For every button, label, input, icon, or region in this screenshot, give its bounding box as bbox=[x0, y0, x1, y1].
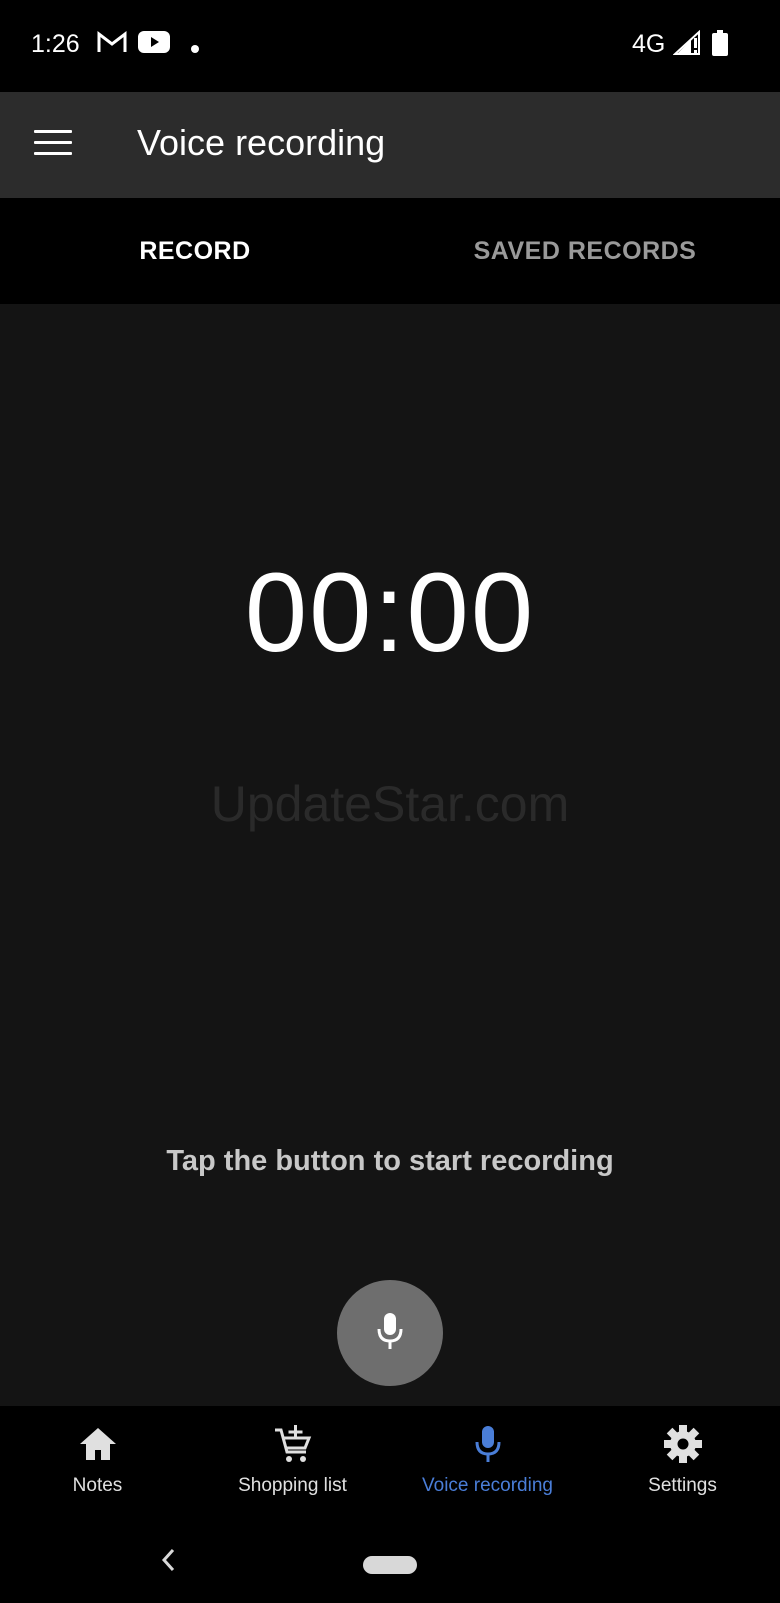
mic-icon bbox=[375, 1311, 405, 1356]
gear-icon bbox=[663, 1424, 703, 1464]
status-bar: 1:26 4G bbox=[0, 0, 780, 92]
record-button[interactable] bbox=[337, 1280, 443, 1386]
nav-label-notes: Notes bbox=[72, 1475, 123, 1496]
tab-bar: RECORD SAVED RECORDS bbox=[0, 198, 780, 304]
status-time: 1:26 bbox=[31, 30, 80, 58]
nav-label-shopping-list: Shopping list bbox=[238, 1475, 347, 1496]
dot-icon bbox=[191, 40, 199, 58]
page-title: Voice recording bbox=[137, 122, 386, 163]
system-nav-bar bbox=[0, 1516, 780, 1603]
network-type: 4G bbox=[632, 30, 666, 58]
battery-icon bbox=[712, 30, 728, 61]
cart-add-icon bbox=[273, 1424, 313, 1464]
nav-item-notes[interactable]: Notes bbox=[0, 1406, 195, 1516]
youtube-icon bbox=[138, 30, 170, 59]
home-pill[interactable] bbox=[363, 1556, 417, 1574]
menu-icon[interactable] bbox=[34, 130, 72, 160]
tab-saved-records[interactable]: SAVED RECORDS bbox=[390, 198, 780, 304]
tab-record[interactable]: RECORD bbox=[0, 198, 390, 304]
nav-label-settings: Settings bbox=[648, 1475, 717, 1496]
mic-icon bbox=[468, 1424, 508, 1464]
home-icon bbox=[78, 1424, 118, 1464]
record-hint: Tap the button to start recording bbox=[166, 1145, 614, 1177]
nav-label-voice-recording: Voice recording bbox=[422, 1475, 553, 1496]
recording-timer: 00:00 bbox=[244, 550, 536, 675]
watermark: UpdateStar.com bbox=[210, 776, 570, 832]
nav-item-voice-recording[interactable]: Voice recording bbox=[390, 1406, 585, 1516]
back-icon[interactable] bbox=[158, 1546, 180, 1574]
bottom-nav: Notes Shopping list Voice recording Sett… bbox=[0, 1406, 780, 1516]
gmail-icon bbox=[97, 30, 127, 59]
app-bar: Voice recording bbox=[0, 92, 780, 198]
signal-icon bbox=[672, 29, 701, 61]
nav-item-settings[interactable]: Settings bbox=[585, 1406, 780, 1516]
nav-item-shopping-list[interactable]: Shopping list bbox=[195, 1406, 390, 1516]
